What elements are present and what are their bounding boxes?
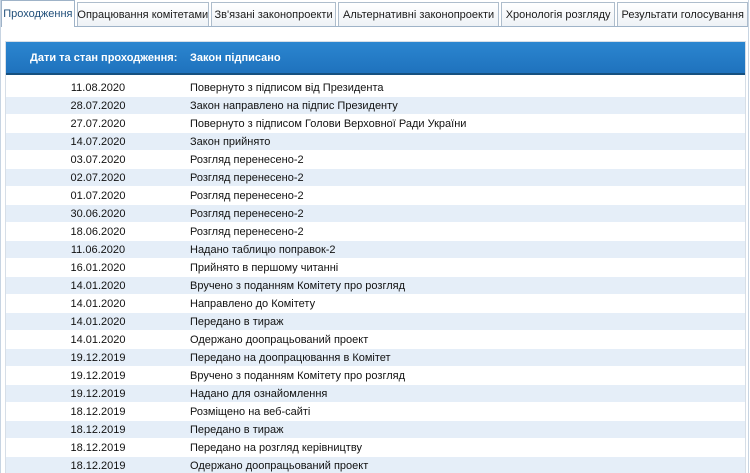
event-description: Вручено з поданням Комітету про розгляд: [190, 369, 406, 382]
event-date: 19.12.2019: [70, 369, 126, 382]
event-date: 18.06.2020: [70, 225, 126, 238]
event-date: 14.01.2020: [70, 315, 126, 328]
passage-row: 16.01.2020 Прийнято в першому читанні: [6, 259, 745, 277]
passage-row: 27.07.2020 Повернуто з підписом Голови Ве…: [6, 115, 745, 133]
event-date: 01.07.2020: [70, 189, 126, 202]
passage-row: 14.07.2020 Закон прийнято: [6, 133, 745, 151]
passage-row: 28.07.2020 Закон направлено на підпис Пре…: [6, 97, 745, 115]
event-date: 18.12.2019: [70, 423, 126, 436]
event-date: 02.07.2020: [70, 171, 126, 184]
passage-row: 14.01.2020 Передано в тираж: [6, 313, 745, 331]
event-date: 14.01.2020: [70, 297, 126, 310]
event-date: 30.06.2020: [70, 207, 126, 220]
event-description: Направлено до Комітету: [190, 297, 316, 310]
event-date: 28.07.2020: [70, 99, 126, 112]
event-description: Надано для ознайомлення: [190, 387, 328, 400]
passage-row: 14.01.2020 Вручено з поданням Комітету пр…: [6, 277, 745, 295]
event-date: 14.01.2020: [70, 279, 126, 292]
event-description: Закон прийнято: [190, 135, 271, 148]
event-description: Передано на доопрацювання в Комітет: [190, 351, 391, 364]
passage-dates-label: Дати та стан проходження:: [30, 52, 178, 64]
event-description: Розгляд перенесено-2: [190, 153, 304, 166]
event-date: 27.07.2020: [70, 117, 126, 130]
passage-row: 18.12.2019 Розміщено на веб-сайті: [6, 403, 745, 421]
passage-panel: Дати та стан проходження: Закон підписан…: [5, 41, 746, 473]
event-date: 18.12.2019: [70, 459, 126, 472]
passage-row: 18.12.2019 Передано на розгляд керівництв…: [6, 439, 745, 457]
event-date: 11.06.2020: [70, 243, 126, 256]
event-date: 19.12.2019: [70, 351, 126, 364]
event-date: 14.07.2020: [70, 135, 126, 148]
event-description: Повернуто з підписом від Президента: [190, 81, 384, 94]
event-date: 18.12.2019: [70, 441, 126, 454]
passage-row: 14.01.2020 Одержано доопрацьований проект: [6, 331, 745, 349]
bill-status: Закон підписано: [190, 52, 281, 64]
event-description: Одержано доопрацьований проект: [190, 459, 369, 472]
event-date: 14.01.2020: [70, 333, 126, 346]
event-date: 11.08.2020: [70, 81, 126, 94]
passage-row: 18.12.2019 Передано в тираж: [6, 421, 745, 439]
bill-passage-window: Проходження Опрацювання комітетами Зв'яз…: [0, 0, 749, 473]
event-description: Розгляд перенесено-2: [190, 207, 304, 220]
event-description: Надано таблицю поправок-2: [190, 243, 336, 256]
passage-header: Дати та стан проходження: Закон підписан…: [6, 42, 745, 75]
event-description: Одержано доопрацьований проект: [190, 333, 369, 346]
event-description: Повернуто з підписом Голови Верховної Ра…: [190, 117, 467, 130]
passage-row: 30.06.2020 Розгляд перенесено-2: [6, 205, 745, 223]
event-description: Передано в тираж: [190, 423, 284, 436]
event-description: Вручено з поданням Комітету про розгляд: [190, 279, 406, 292]
passage-row: 01.07.2020 Розгляд перенесено-2: [6, 187, 745, 205]
event-description: Передано на розгляд керівництву: [190, 441, 362, 454]
event-date: 18.12.2019: [70, 405, 126, 418]
passage-row: 14.01.2020 Направлено до Комітету: [6, 295, 745, 313]
event-description: Розгляд перенесено-2: [190, 171, 304, 184]
passage-row: 19.12.2019 Передано на доопрацювання в Ко…: [6, 349, 745, 367]
passage-row: 03.07.2020 Розгляд перенесено-2: [6, 151, 745, 169]
event-description: Закон направлено на підпис Президенту: [190, 99, 398, 112]
passage-row: 19.12.2019 Вручено з поданням Комітету пр…: [6, 367, 745, 385]
passage-row: 19.12.2019 Надано для ознайомлення: [6, 385, 745, 403]
passage-row: 18.12.2019 Одержано доопрацьований проект: [6, 457, 745, 473]
tab-related-bills[interactable]: Зв'язані законопроекти: [210, 2, 337, 26]
event-date: 03.07.2020: [70, 153, 126, 166]
tab-voting-results[interactable]: Результати голосування: [617, 2, 748, 26]
event-description: Прийнято в першому читанні: [190, 261, 339, 274]
event-date: 16.01.2020: [70, 261, 126, 274]
passage-row: 02.07.2020 Розгляд перенесено-2: [6, 169, 745, 187]
passage-row: 11.06.2020 Надано таблицю поправок-2: [6, 241, 745, 259]
event-description: Розгляд перенесено-2: [190, 225, 304, 238]
tab-alternative-bills[interactable]: Альтернативні законопроекти: [338, 2, 499, 26]
tab-bar: Проходження Опрацювання комітетами Зв'яз…: [1, 0, 748, 27]
event-date: 19.12.2019: [70, 387, 126, 400]
tab-review-chronology[interactable]: Хронологія розгляду: [500, 2, 616, 26]
event-description: Передано в тираж: [190, 315, 284, 328]
passage-row: 11.08.2020 Повернуто з підписом від Прези…: [6, 79, 745, 97]
tab-committee-processing[interactable]: Опрацювання комітетами: [76, 2, 209, 26]
tab-passage[interactable]: Проходження: [1, 0, 75, 27]
event-description: Розгляд перенесено-2: [190, 189, 304, 202]
passage-row: 18.06.2020 Розгляд перенесено-2: [6, 223, 745, 241]
event-description: Розміщено на веб-сайті: [190, 405, 311, 418]
passage-list: 11.08.2020 Повернуто з підписом від Прези…: [6, 79, 745, 473]
